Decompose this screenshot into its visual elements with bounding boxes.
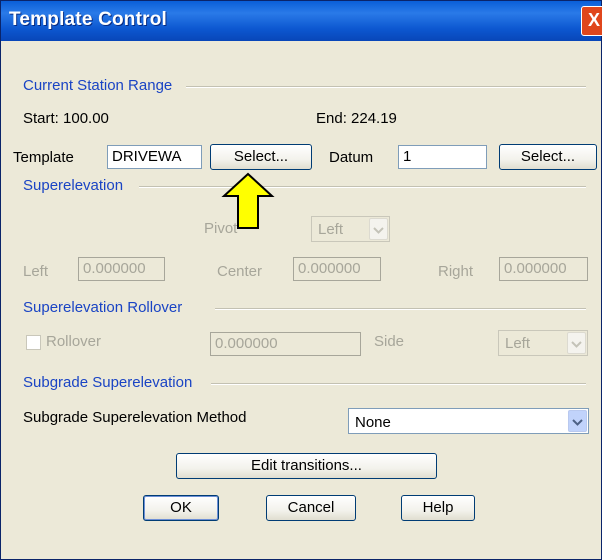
help-button[interactable]: Help: [401, 495, 475, 521]
cancel-button[interactable]: Cancel: [266, 495, 356, 521]
subgrade-superelevation-heading: Subgrade Superelevation: [23, 374, 193, 391]
template-field[interactable]: DRIVEWA: [107, 145, 202, 169]
title-bar[interactable]: Template Control X: [1, 1, 602, 41]
superelevation-rollover-heading: Superelevation Rollover: [23, 299, 183, 316]
start-station: Start: 100.00: [23, 110, 109, 127]
chevron-down-icon: [567, 332, 586, 354]
close-button[interactable]: X: [581, 6, 602, 36]
current-station-range-heading: Current Station Range: [23, 77, 173, 94]
end-station: End: 224.19: [316, 110, 397, 127]
group-divider: [139, 186, 586, 188]
super-left-field: 0.000000: [78, 257, 165, 281]
edit-transitions-button[interactable]: Edit transitions...: [176, 453, 437, 479]
super-left-label: Left: [23, 263, 49, 280]
datum-label: Datum: [329, 149, 374, 166]
datum-select-button[interactable]: Select...: [499, 144, 597, 170]
superelevation-heading: Superelevation: [23, 177, 124, 194]
pivot-combo: Left: [311, 216, 390, 242]
datum-field[interactable]: 1: [398, 145, 487, 169]
template-control-dialog: Template Control X Current Station Range…: [0, 0, 602, 560]
chevron-down-icon[interactable]: [568, 410, 587, 432]
chevron-down-icon: [369, 218, 388, 240]
subgrade-method-dropdown[interactable]: None: [348, 408, 589, 434]
pivot-value: Left: [318, 221, 344, 238]
group-divider: [211, 383, 586, 385]
ok-button[interactable]: OK: [143, 495, 219, 521]
rollover-label: Rollover: [46, 333, 102, 350]
side-value: Left: [505, 335, 531, 352]
super-right-field: 0.000000: [499, 257, 588, 281]
super-center-field: 0.000000: [293, 257, 381, 281]
super-center-label: Center: [217, 263, 263, 280]
rollover-checkbox: [26, 335, 41, 350]
group-divider: [215, 308, 586, 310]
group-divider: [186, 86, 586, 88]
window-title: Template Control: [9, 9, 168, 30]
rollover-field: 0.000000: [210, 332, 361, 356]
super-right-label: Right: [438, 263, 474, 280]
side-label: Side: [374, 333, 405, 350]
subgrade-method-label: Subgrade Superelevation Method: [23, 409, 247, 426]
arrow-up-icon: [221, 172, 275, 229]
side-combo: Left: [498, 330, 588, 356]
template-select-button[interactable]: Select...: [210, 144, 312, 170]
subgrade-method-value: None: [355, 414, 391, 431]
template-label: Template: [13, 149, 74, 166]
